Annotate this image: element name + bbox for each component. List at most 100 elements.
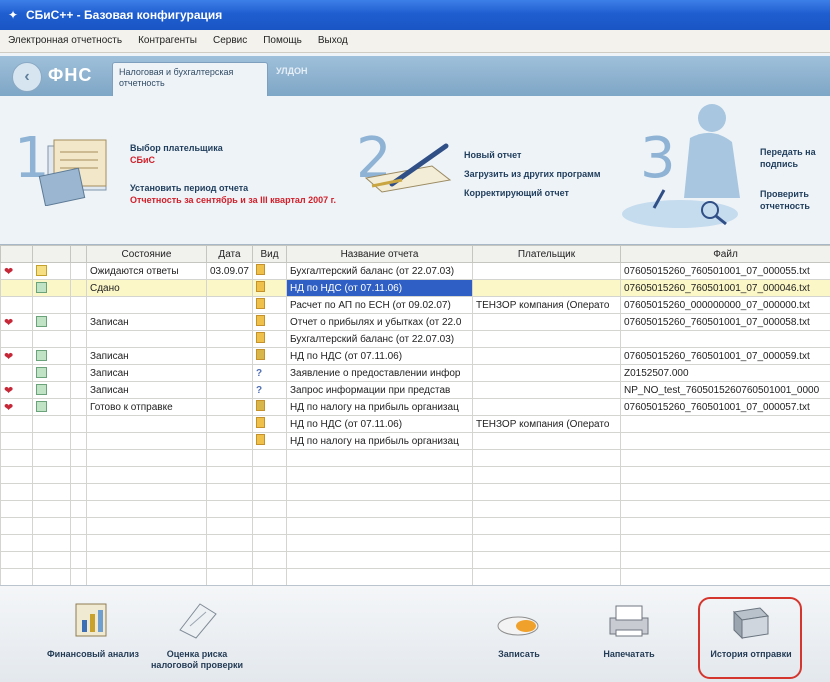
table-cell: 07605015260_760501001_07_000046.txt xyxy=(620,279,830,297)
table-row[interactable]: НД по НДС (от 07.11.06) ТЕНЗОР компания (… xyxy=(0,415,830,433)
table-cell xyxy=(206,313,253,331)
table-cell: Бухгалтерский баланс (от 22.07.03) xyxy=(286,330,473,348)
table-header: Состояние Дата Вид Название отчета Плате… xyxy=(0,245,830,263)
new-report-link[interactable]: Новый отчет xyxy=(464,146,634,165)
table-row[interactable]: ❤ Ожидаются ответы 03.09.07 Бухгалтерский б… xyxy=(0,262,830,280)
table-cell xyxy=(32,381,71,399)
tab-tax-reporting[interactable]: Налоговая и бухгалтерская отчетность xyxy=(112,62,268,96)
table-cell xyxy=(0,432,33,450)
row-report-name: Заявление о предоставлении инфор xyxy=(290,367,461,379)
table-cell xyxy=(620,466,830,484)
table-cell xyxy=(206,500,253,518)
table-cell xyxy=(32,313,71,331)
table-row[interactable]: ❤ Записан НД по НДС (от 07.11.06) 076050152… xyxy=(0,347,830,365)
table-row-empty xyxy=(0,483,830,501)
table-row[interactable]: Сдано НД по НДС (от 07.11.06) 07605015260_… xyxy=(0,279,830,297)
table-cell xyxy=(472,347,621,365)
table-cell xyxy=(206,517,253,535)
disk-save-icon xyxy=(497,616,539,636)
table-cell xyxy=(620,517,830,535)
col-kind[interactable]: Вид xyxy=(252,245,287,263)
col-status-icon[interactable] xyxy=(32,245,71,263)
table-cell: 07605015260_760501001_07_000059.txt xyxy=(620,347,830,365)
tab-second[interactable]: УЛДОН xyxy=(270,66,346,86)
select-payer-link[interactable]: Выбор плательщика xyxy=(130,142,340,154)
correction-report-link[interactable]: Корректирующий отчет xyxy=(464,184,634,203)
table-cell xyxy=(206,449,253,467)
col-payer[interactable]: Плательщик xyxy=(472,245,621,263)
table-cell xyxy=(472,551,621,569)
table-cell xyxy=(206,381,253,399)
table-cell xyxy=(70,432,87,450)
table-cell xyxy=(32,364,71,382)
table-cell xyxy=(206,296,253,314)
back-button[interactable]: ‹ xyxy=(12,62,42,92)
table-row-empty xyxy=(0,517,830,535)
period-value: Отчетность за сентябрь и за III квартал … xyxy=(130,195,336,205)
table-cell: ? xyxy=(252,381,287,399)
table-row[interactable]: ❤ Готово к отправке НД по налогу на прибыл… xyxy=(0,398,830,416)
set-period-link[interactable]: Установить период отчета xyxy=(130,182,340,194)
col-file[interactable]: Файл xyxy=(620,245,830,263)
table-cell xyxy=(472,330,621,348)
table-cell xyxy=(472,381,621,399)
send-to-sign-link[interactable]: Передать на подпись xyxy=(760,146,830,170)
accountant-figure-icon xyxy=(622,104,740,228)
table-cell xyxy=(32,432,71,450)
table-row[interactable]: Бухгалтерский баланс (от 22.07.03) xyxy=(0,330,830,348)
table-cell xyxy=(0,449,33,467)
check-reporting-link[interactable]: Проверить отчетность xyxy=(760,188,830,212)
table-row[interactable]: Расчет по АП по ЕСН (от 09.02.07) ТЕНЗОР … xyxy=(0,296,830,314)
document-icon xyxy=(256,349,265,360)
col-date[interactable]: Дата xyxy=(206,245,253,263)
table-row[interactable]: ❤ Записан? Запрос информации при представ N… xyxy=(0,381,830,399)
col-report-name[interactable]: Название отчета xyxy=(286,245,473,263)
table-row[interactable]: ❤ Записан Отчет о прибылях и убытках (от 2… xyxy=(0,313,830,331)
col-state[interactable]: Состояние xyxy=(86,245,207,263)
table-cell xyxy=(32,568,71,586)
print-button[interactable]: Напечатать xyxy=(574,590,684,680)
menu-item-reporting[interactable]: Электронная отчетность xyxy=(0,30,130,52)
table-cell xyxy=(286,466,473,484)
menu-item-contractors[interactable]: Контрагенты xyxy=(130,30,205,52)
table-cell xyxy=(252,483,287,501)
row-state: Записан xyxy=(90,350,129,362)
heart-mark-icon: ❤ xyxy=(4,401,14,414)
document-icon xyxy=(256,417,265,428)
question-doc-icon: ? xyxy=(256,384,263,396)
table-cell xyxy=(70,330,87,348)
table-row[interactable]: Записан? Заявление о предоставлении инфор… xyxy=(0,364,830,382)
table-cell xyxy=(86,551,207,569)
row-file: Z0152507.000 xyxy=(624,367,689,379)
step-1-spacer xyxy=(130,166,340,182)
record-button[interactable]: Записать xyxy=(464,590,574,680)
reports-grid: Состояние Дата Вид Название отчета Плате… xyxy=(0,244,830,603)
table-cell xyxy=(86,483,207,501)
col-flag[interactable] xyxy=(70,245,87,263)
table-cell xyxy=(252,568,287,586)
table-cell xyxy=(70,466,87,484)
menu-item-service[interactable]: Сервис xyxy=(205,30,255,52)
table-cell xyxy=(206,398,253,416)
title-bar[interactable]: ✦ СБиС++ - Базовая конфигурация xyxy=(0,0,830,30)
risk-assessment-button[interactable]: Оценка риска налоговой проверки xyxy=(142,590,252,680)
table-cell xyxy=(472,313,621,331)
table-cell xyxy=(252,517,287,535)
table-cell xyxy=(32,398,71,416)
table-cell xyxy=(0,534,33,552)
financial-analysis-label: Финансовый анализ xyxy=(46,649,140,659)
menu-item-help[interactable]: Помощь xyxy=(255,30,310,52)
table-cell xyxy=(0,483,33,501)
row-report-name: НД по налогу на прибыль организац xyxy=(290,435,459,447)
table-cell xyxy=(86,296,207,314)
status-icon xyxy=(36,264,47,276)
table-cell xyxy=(32,466,71,484)
table-cell xyxy=(0,330,33,348)
table-cell: Готово к отправке xyxy=(86,398,207,416)
row-state: Ожидаются ответы xyxy=(90,265,179,277)
table-row[interactable]: НД по налогу на прибыль организац xyxy=(0,432,830,450)
col-mark[interactable] xyxy=(0,245,33,263)
import-programs-link[interactable]: Загрузить из других программ xyxy=(464,165,634,184)
financial-analysis-button[interactable]: Финансовый анализ xyxy=(38,590,148,680)
menu-item-exit[interactable]: Выход xyxy=(310,30,356,52)
